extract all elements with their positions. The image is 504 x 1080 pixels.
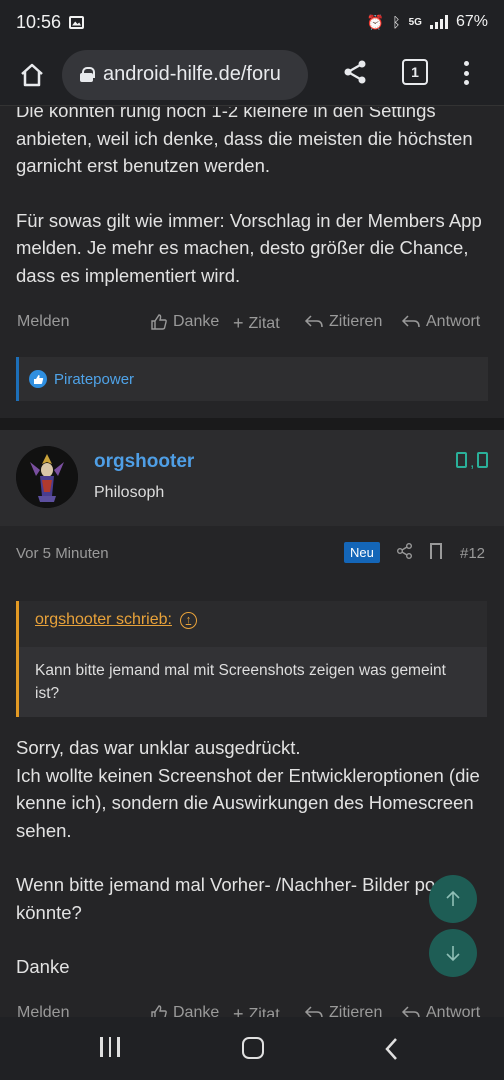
- status-time: 10:56: [16, 11, 62, 32]
- report-link[interactable]: Melden: [17, 1004, 69, 1017]
- post-actions: Melden Danke + Zitat Zitieren Antwort: [0, 999, 504, 1017]
- signal-icon: [429, 15, 448, 29]
- plus-icon: +: [233, 1004, 244, 1017]
- image-notification-icon: [69, 15, 85, 29]
- recents-button[interactable]: [100, 1037, 120, 1061]
- reply-label: Antwort: [426, 313, 481, 330]
- share-button[interactable]: [340, 57, 370, 87]
- address-bar[interactable]: android-hilfe.de/foru: [62, 49, 308, 100]
- reply-icon: [401, 1006, 420, 1017]
- post-paragraph: Ich wollte keinen Screenshot der Entwick…: [16, 764, 480, 841]
- page-content: Die könnten ruhig noch 1-2 kleinere in d…: [0, 107, 504, 1017]
- post-number[interactable]: #12: [460, 545, 485, 562]
- quote-plus-label: Zitat: [248, 1005, 280, 1018]
- quote-block: orgshooter schrieb: ↑ Kann bitte jemand …: [16, 601, 487, 717]
- quote-button[interactable]: Zitieren: [304, 313, 382, 331]
- like-label: Danke: [173, 1004, 220, 1017]
- arrow-down-icon: [446, 946, 460, 962]
- browser-toolbar: android-hilfe.de/foru 1: [0, 44, 504, 106]
- quote-header[interactable]: orgshooter schrieb: ↑: [35, 611, 197, 629]
- previous-post-body: Die könnten ruhig noch 1-2 kleinere in d…: [16, 107, 486, 289]
- multi-quote-button[interactable]: + Zitat: [233, 313, 280, 334]
- like-reaction-icon: [29, 370, 47, 388]
- previous-post-actions: Melden Danke + Zitat Zitieren Antwort: [0, 308, 504, 338]
- bluetooth-icon: ᛒ: [392, 14, 401, 30]
- reply-button[interactable]: Antwort: [401, 1004, 480, 1017]
- home-button[interactable]: [12, 55, 52, 95]
- home-icon: [21, 63, 43, 86]
- multi-quote-button[interactable]: + Zitat: [233, 1004, 280, 1017]
- author-name[interactable]: orgshooter: [94, 451, 194, 473]
- status-bar: 10:56 ⏰ ᛒ 5G 67%: [0, 0, 504, 44]
- post-meta: Vor 5 Minuten Neu #12: [0, 537, 504, 569]
- alarm-icon: ⏰: [366, 13, 385, 30]
- quote-label: Zitieren: [329, 1004, 383, 1017]
- system-nav-bar: [0, 1017, 504, 1080]
- reply-arrow-icon: [304, 315, 323, 328]
- author-box: orgshooter Philosoph ,: [0, 430, 504, 526]
- reaction-user[interactable]: Piratepower: [54, 371, 134, 388]
- share-icon[interactable]: [396, 542, 414, 560]
- lock-icon: [80, 67, 95, 82]
- like-button[interactable]: Danke: [150, 313, 219, 331]
- plus-icon: +: [233, 313, 244, 333]
- scroll-up-button[interactable]: [429, 875, 477, 923]
- post-paragraph: Für sowas gilt wie immer: Vorschlag in d…: [16, 209, 482, 286]
- thumbs-up-icon: [151, 314, 167, 330]
- reply-icon: [401, 315, 420, 328]
- quote-text: Kann bitte jemand mal mit Screenshots ze…: [19, 647, 487, 717]
- post-body: Sorry, das war unklar ausgedrückt. Ich w…: [16, 734, 486, 981]
- post-paragraph: anbieten, weil ich denke, dass die meist…: [16, 127, 473, 177]
- reaction-bar[interactable]: Piratepower: [16, 357, 488, 401]
- arrow-up-icon: [446, 890, 460, 906]
- post-separator: [0, 418, 504, 430]
- battery-percent: 67%: [455, 13, 488, 30]
- url-text: android-hilfe.de/foru: [103, 63, 281, 85]
- quote-button[interactable]: Zitieren: [304, 1004, 382, 1017]
- scroll-down-button[interactable]: [429, 929, 477, 977]
- devices-icon[interactable]: ,: [456, 452, 489, 471]
- thumbs-up-icon: [151, 1005, 167, 1017]
- reply-label: Antwort: [426, 1004, 481, 1017]
- tab-switcher-button[interactable]: 1: [402, 59, 428, 85]
- quote-label: Zitieren: [329, 313, 383, 330]
- new-badge: Neu: [344, 542, 380, 563]
- avatar[interactable]: [16, 446, 78, 508]
- post-paragraph: Sorry, das war unklar ausgedrückt.: [16, 737, 301, 758]
- post-paragraph: Wenn bitte jemand mal Vorher- /Nachher- …: [16, 874, 471, 923]
- like-button[interactable]: Danke: [150, 1004, 219, 1017]
- like-label: Danke: [173, 313, 220, 330]
- reply-button[interactable]: Antwort: [401, 313, 480, 331]
- reply-arrow-icon: [304, 1006, 323, 1017]
- post-text-line: Die könnten ruhig noch 1-2 kleinere in d…: [16, 107, 436, 121]
- home-nav-button[interactable]: [242, 1037, 264, 1059]
- post-time[interactable]: Vor 5 Minuten: [16, 545, 109, 562]
- author-title: Philosoph: [94, 484, 165, 501]
- back-button[interactable]: [384, 1037, 400, 1061]
- quote-author[interactable]: orgshooter schrieb:: [35, 611, 172, 629]
- network-type: 5G: [408, 16, 422, 28]
- jump-up-icon[interactable]: ↑: [179, 611, 197, 629]
- post-paragraph: Danke: [16, 956, 70, 977]
- quote-plus-label: Zitat: [248, 314, 280, 332]
- report-link[interactable]: Melden: [17, 313, 69, 331]
- menu-more-icon[interactable]: [456, 58, 476, 88]
- bookmark-icon[interactable]: [430, 543, 442, 559]
